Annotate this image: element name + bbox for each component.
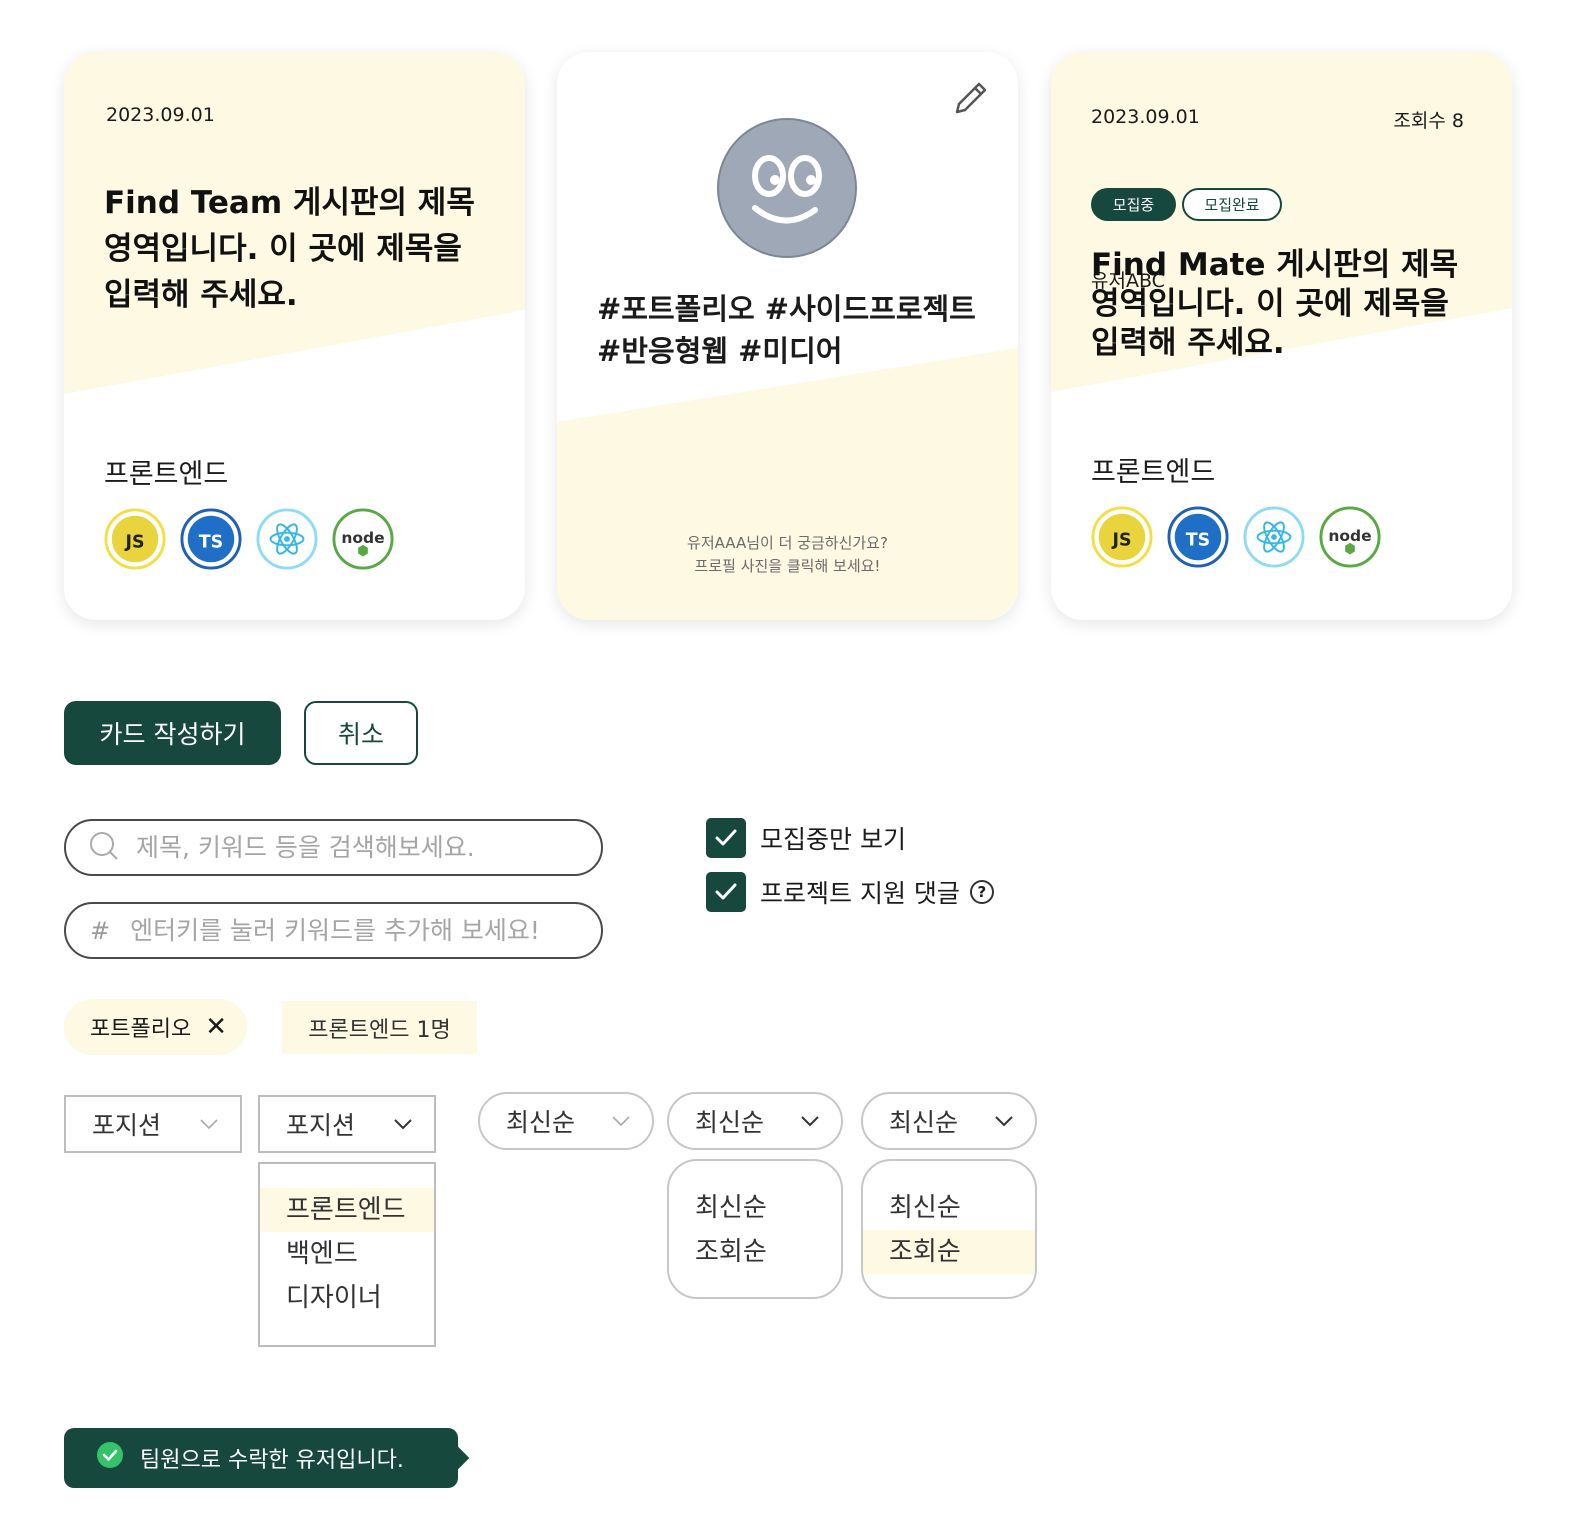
sort-select-value: 최신순 [889, 1108, 959, 1137]
position-option-designer[interactable]: 디자이너 [260, 1276, 434, 1320]
project-apply-label: 프로젝트 지원 댓글 [760, 879, 960, 908]
recruiting-badge: 모집중 [1091, 188, 1176, 221]
position-option-backend[interactable]: 백엔드 [260, 1232, 434, 1276]
card-position: 프론트엔드 [104, 459, 229, 490]
profile-avatar[interactable] [717, 118, 857, 258]
svg-text:TS: TS [199, 533, 223, 553]
search-field[interactable] [64, 819, 603, 876]
keyword-input[interactable] [130, 916, 601, 945]
keyword-field[interactable]: # [64, 902, 603, 959]
sort-option-latest[interactable]: 최신순 [669, 1186, 841, 1230]
sort-select-open[interactable]: 최신순 [667, 1092, 843, 1150]
javascript-icon: JS [104, 508, 166, 570]
position-select[interactable]: 포지션 [64, 1095, 242, 1153]
profile-card[interactable]: #포트폴리오 #사이드프로젝트 #반응형웹 #미디어 유저AAA님이 더 궁금하… [557, 52, 1018, 620]
sort-option-views[interactable]: 조회순 [669, 1230, 841, 1274]
check-circle-icon [96, 1441, 124, 1475]
card-title: Find Team 게시판의 제목 영역입니다. 이 곳에 제목을 입력해 주세… [104, 185, 475, 313]
smile-face-icon [752, 155, 822, 224]
react-icon [256, 508, 318, 570]
chevron-down-icon [394, 1119, 412, 1130]
chevron-down-icon [200, 1119, 218, 1130]
svg-text:node: node [341, 529, 384, 547]
keyword-chip: 포트폴리오 ✕ [64, 999, 247, 1055]
project-apply-checkbox[interactable] [706, 872, 746, 912]
svg-text:TS: TS [1186, 531, 1210, 551]
svg-text:JS: JS [124, 533, 144, 553]
card-hashtags: #포트폴리오 #사이드프로젝트 #반응형웹 #미디어 [597, 292, 976, 368]
position-select-open[interactable]: 포지션 [258, 1095, 436, 1153]
typescript-icon: TS [1167, 506, 1229, 568]
nodejs-icon: node [332, 508, 394, 570]
chevron-down-icon [612, 1116, 630, 1127]
close-icon[interactable]: ✕ [205, 1012, 227, 1042]
sort-option-views[interactable]: 조회순 [863, 1230, 1035, 1274]
javascript-icon: JS [1091, 506, 1153, 568]
view-count: 조회수 8 [1393, 110, 1464, 132]
write-card-button[interactable]: 카드 작성하기 [64, 701, 281, 765]
card-title: Find Mate 게시판의 제목 영역입니다. 이 곳에 제목을 입력해 주세… [1091, 247, 1459, 361]
card-date: 2023.09.01 [1091, 106, 1200, 128]
hash-icon: # [90, 916, 111, 945]
react-icon [1243, 506, 1305, 568]
toast-tail [446, 1446, 470, 1470]
find-mate-card[interactable]: 2023.09.01 조회수 8 모집중 모집완료 유저ABC Find Mat… [1051, 52, 1512, 620]
pencil-icon[interactable] [949, 76, 993, 120]
search-input[interactable] [136, 833, 601, 862]
sort-option-latest[interactable]: 최신순 [863, 1186, 1035, 1230]
tech-stack: JS TS node [104, 508, 394, 570]
position-chip: 프론트엔드 1명 [282, 1001, 477, 1054]
nodejs-icon: node [1319, 506, 1381, 568]
profile-hint-line1: 유저AAA님이 더 궁금하신가요? [687, 534, 888, 552]
project-apply-filter[interactable]: 프로젝트 지원 댓글 ? [706, 872, 994, 912]
svg-text:node: node [1328, 527, 1371, 545]
position-select-value: 포지션 [286, 1111, 356, 1140]
card-date: 2023.09.01 [106, 104, 215, 126]
help-icon[interactable]: ? [969, 880, 994, 904]
tech-stack: JS TS node [1091, 506, 1381, 568]
recruit-done-badge: 모집완료 [1182, 188, 1282, 221]
chevron-down-icon [801, 1116, 819, 1127]
recruiting-only-filter[interactable]: 모집중만 보기 [706, 818, 906, 858]
typescript-icon: TS [180, 508, 242, 570]
sort-select[interactable]: 최신순 [478, 1092, 654, 1150]
position-dropdown-menu: 프론트엔드 백엔드 디자이너 [258, 1162, 436, 1347]
card-position: 프론트엔드 [1091, 457, 1216, 488]
toast-text: 팀원으로 수락한 유저입니다. [140, 1448, 404, 1473]
profile-hint: 유저AAA님이 더 궁금하신가요? 프로필 사진을 클릭해 보세요! [557, 532, 1018, 578]
cancel-button[interactable]: 취소 [304, 701, 418, 765]
find-team-card[interactable]: 2023.09.01 Find Team 게시판의 제목 영역입니다. 이 곳에… [64, 52, 525, 620]
keyword-chip-label: 포트폴리오 [90, 1017, 192, 1042]
check-icon [715, 829, 737, 846]
position-option-frontend[interactable]: 프론트엔드 [260, 1188, 434, 1232]
check-icon [715, 883, 737, 900]
profile-hint-line2: 프로필 사진을 클릭해 보세요! [694, 557, 881, 575]
sort-select-open-hover[interactable]: 최신순 [861, 1092, 1037, 1150]
recruiting-only-label: 모집중만 보기 [760, 825, 906, 854]
position-select-value: 포지션 [92, 1111, 162, 1140]
svg-text:JS: JS [1111, 531, 1131, 551]
toast-message: 팀원으로 수락한 유저입니다. [64, 1428, 470, 1488]
sort-select-value: 최신순 [506, 1108, 576, 1137]
chevron-down-icon [995, 1116, 1013, 1127]
sort-dropdown-menu: 최신순 조회순 [667, 1159, 843, 1299]
search-icon [88, 830, 120, 866]
sort-select-value: 최신순 [695, 1108, 765, 1137]
sort-dropdown-menu-hover: 최신순 조회순 [861, 1159, 1037, 1299]
recruiting-only-checkbox[interactable] [706, 818, 746, 858]
